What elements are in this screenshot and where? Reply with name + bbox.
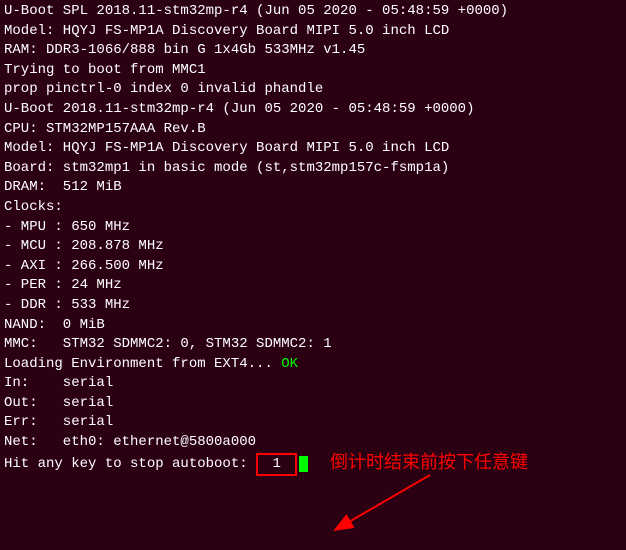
env-load-text: Loading Environment from EXT4... <box>4 356 281 372</box>
mmc-line: MMC: STM32 SDMMC2: 0, STM32 SDMMC2: 1 <box>4 335 622 355</box>
env-load-line: Loading Environment from EXT4... OK <box>4 355 622 375</box>
autoboot-prompt-text: Hit any key to stop autoboot: <box>4 456 256 472</box>
clocks-header: Clocks: <box>4 198 622 218</box>
cpu-line: CPU: STM32MP157AAA Rev.B <box>4 120 622 140</box>
net-line: Net: eth0: ethernet@5800a000 <box>4 433 622 453</box>
uboot-version-line: U-Boot 2018.11-stm32mp-r4 (Jun 05 2020 -… <box>4 100 622 120</box>
board-line: Board: stm32mp1 in basic mode (st,stm32m… <box>4 159 622 179</box>
ram-line: RAM: DDR3-1066/888 bin G 1x4Gb 533MHz v1… <box>4 41 622 61</box>
mpu-clock-line: - MPU : 650 MHz <box>4 218 622 238</box>
axi-clock-line: - AXI : 266.500 MHz <box>4 257 622 277</box>
terminal-cursor-icon <box>299 456 308 472</box>
nand-line: NAND: 0 MiB <box>4 316 622 336</box>
env-ok-text: OK <box>281 356 298 372</box>
arrow-icon <box>320 470 440 548</box>
spl-version-line: U-Boot SPL 2018.11-stm32mp-r4 (Jun 05 20… <box>4 2 622 22</box>
per-clock-line: - PER : 24 MHz <box>4 276 622 296</box>
model-line-2: Model: HQYJ FS-MP1A Discovery Board MIPI… <box>4 139 622 159</box>
stderr-line: Err: serial <box>4 413 622 433</box>
stdout-line: Out: serial <box>4 394 622 414</box>
ddr-clock-line: - DDR : 533 MHz <box>4 296 622 316</box>
mcu-clock-line: - MCU : 208.878 MHz <box>4 237 622 257</box>
stdin-line: In: serial <box>4 374 622 394</box>
autoboot-prompt-line[interactable]: Hit any key to stop autoboot: 1 <box>4 453 622 477</box>
boot-try-line: Trying to boot from MMC1 <box>4 61 622 81</box>
model-line: Model: HQYJ FS-MP1A Discovery Board MIPI… <box>4 22 622 42</box>
dram-line: DRAM: 512 MiB <box>4 178 622 198</box>
pinctrl-error-line: prop pinctrl-0 index 0 invalid phandle <box>4 80 622 100</box>
countdown-value: 1 <box>256 453 297 477</box>
